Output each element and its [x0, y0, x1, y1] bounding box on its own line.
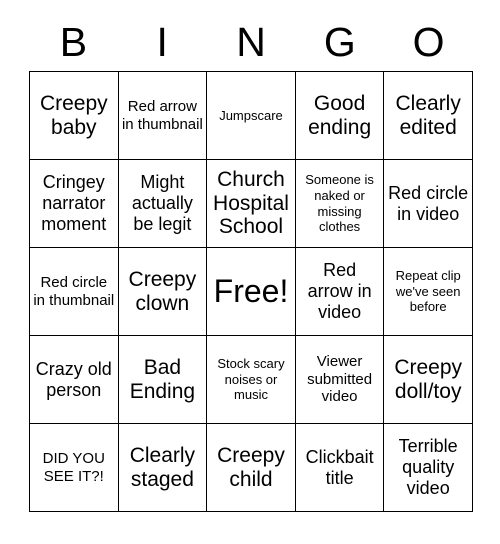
- bingo-cell-label: Clearly staged: [129, 443, 196, 491]
- bingo-cell-label: Bad Ending: [129, 355, 196, 403]
- bingo-cell-label: Church Hospital School: [213, 167, 289, 239]
- bingo-cell[interactable]: Red arrow in video: [295, 248, 385, 336]
- bingo-header-letter-g: G: [323, 19, 356, 65]
- bingo-cell[interactable]: Jumpscare: [207, 72, 296, 160]
- bingo-header-letter-o: O: [412, 19, 445, 65]
- bingo-cell[interactable]: Church Hospital School: [207, 160, 296, 248]
- bingo-cell-label: Creepy baby: [39, 91, 108, 139]
- bingo-cell[interactable]: Terrible quality video: [384, 424, 473, 512]
- bingo-cell[interactable]: Creepy clown: [118, 248, 208, 336]
- bingo-cell-label: Crazy old person: [35, 358, 112, 400]
- bingo-cell[interactable]: Clearly staged: [118, 424, 208, 512]
- bingo-cell-label: Creepy clown: [128, 267, 197, 315]
- bingo-cell-label: Clearly edited: [395, 91, 461, 139]
- bingo-cell[interactable]: DID YOU SEE IT?!: [30, 424, 119, 512]
- bingo-cell[interactable]: Creepy child: [207, 424, 296, 512]
- bingo-cell-label: Good ending: [308, 91, 372, 139]
- bingo-cell[interactable]: Good ending: [295, 72, 385, 160]
- bingo-cell-label: Clickbait title: [305, 446, 374, 488]
- bingo-cell[interactable]: Someone is naked or missing clothes: [295, 160, 385, 248]
- bingo-card: B I N G O Creepy baby Red arrow in thumbnail J…: [0, 0, 500, 544]
- bingo-cell-label: Cringey narrator moment: [41, 172, 107, 234]
- bingo-cell[interactable]: Red circle in video: [384, 160, 473, 248]
- bingo-cell[interactable]: Clickbait title: [295, 424, 385, 512]
- bingo-header-letter-i: I: [156, 19, 168, 65]
- bingo-cell-label: Jumpscare: [219, 107, 283, 123]
- bingo-cell-label: DID YOU SEE IT?!: [42, 449, 105, 485]
- bingo-cell-label: Free!: [213, 272, 289, 309]
- bingo-cell[interactable]: Red arrow in thumbnail: [118, 72, 208, 160]
- bingo-cell-label: Red arrow in video: [307, 260, 372, 322]
- bingo-cell-label: Repeat clip we've seen before: [395, 268, 461, 315]
- bingo-header-letter-n: N: [236, 19, 266, 65]
- bingo-cell[interactable]: Red circle in thumbnail: [30, 248, 119, 336]
- bingo-cell-label: Someone is naked or missing clothes: [305, 172, 374, 235]
- bingo-cell[interactable]: Crazy old person: [30, 336, 119, 424]
- bingo-cell-label: Red circle in video: [388, 182, 469, 224]
- bingo-cell[interactable]: Creepy doll/toy: [384, 336, 473, 424]
- bingo-cell-label: Red arrow in thumbnail: [121, 97, 203, 133]
- bingo-cell[interactable]: Repeat clip we've seen before: [384, 248, 473, 336]
- bingo-cell-label: Terrible quality video: [398, 436, 458, 498]
- bingo-header-letter-b: B: [59, 19, 88, 65]
- bingo-cell[interactable]: Creepy baby: [30, 72, 119, 160]
- bingo-cell-label: Creepy child: [217, 443, 285, 491]
- bingo-cell[interactable]: Bad Ending: [118, 336, 208, 424]
- bingo-free-space[interactable]: Free!: [207, 248, 296, 336]
- bingo-cell[interactable]: Viewer submitted video: [295, 336, 385, 424]
- bingo-cell-label: Red circle in thumbnail: [33, 273, 115, 309]
- bingo-cell[interactable]: Stock scary noises or music: [207, 336, 296, 424]
- bingo-cell-label: Creepy doll/toy: [394, 355, 463, 403]
- bingo-cell-label: Stock scary noises or music: [217, 356, 285, 403]
- bingo-cell[interactable]: Cringey narrator moment: [30, 160, 119, 248]
- bingo-cell-label: Might actually be legit: [131, 172, 193, 234]
- bingo-cell[interactable]: Might actually be legit: [118, 160, 208, 248]
- bingo-cell[interactable]: Clearly edited: [384, 72, 473, 160]
- bingo-grid: Creepy baby Red arrow in thumbnail Jumpsca…: [29, 71, 473, 512]
- bingo-header-row: BINGO: [29, 14, 473, 71]
- bingo-cell-label: Viewer submitted video: [307, 352, 373, 406]
